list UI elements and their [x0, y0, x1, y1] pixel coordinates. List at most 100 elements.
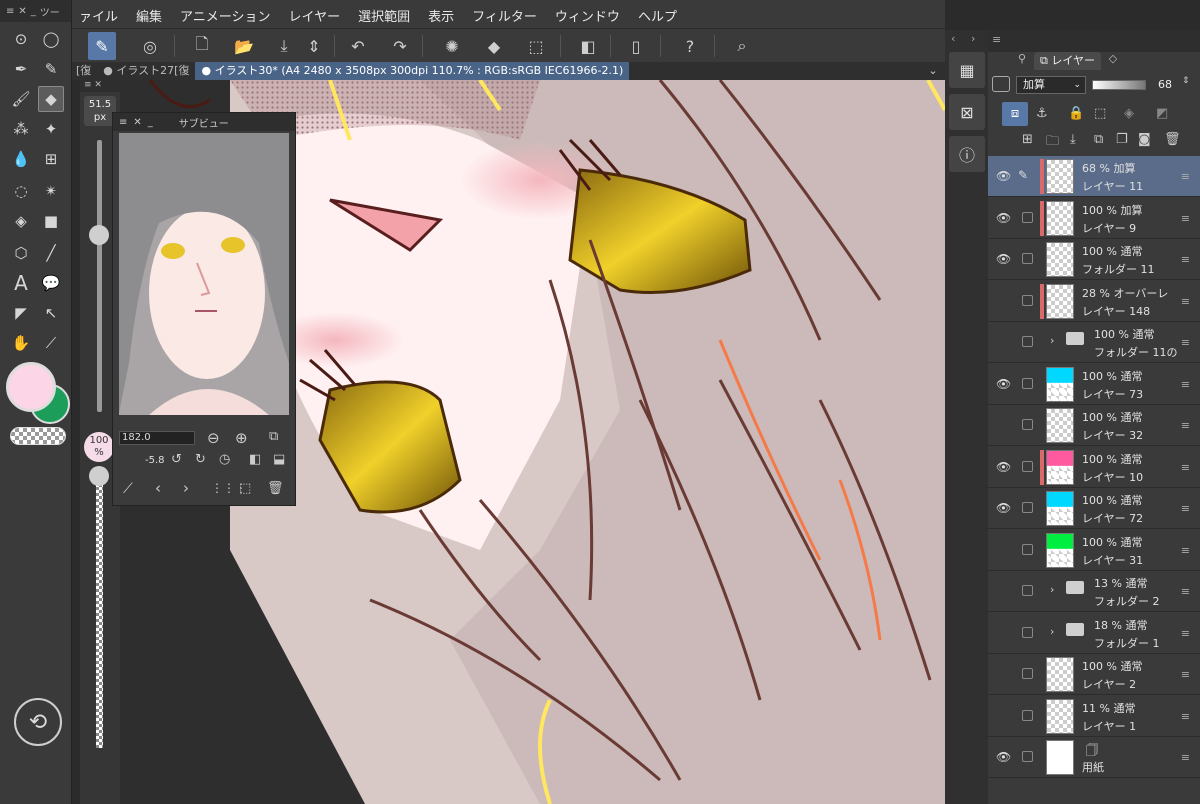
layer-menu-icon[interactable]: ≡: [1181, 544, 1190, 557]
visibility-eye-icon[interactable]: 👁: [996, 377, 1011, 391]
rotate-left-icon[interactable]: ↺: [171, 452, 182, 467]
layer-mask-icon[interactable]: ◙: [1138, 132, 1151, 147]
toggle-edit-icon[interactable]: ✎: [88, 32, 116, 60]
fill-icon[interactable]: ◆: [480, 32, 508, 60]
folder-expand-chevron-icon[interactable]: ›: [1050, 334, 1054, 347]
lock-icon[interactable]: 🔒: [1068, 106, 1084, 121]
fill-tool-icon[interactable]: ◈: [8, 208, 34, 234]
3d-operation-tool-icon[interactable]: ⬡: [8, 240, 34, 266]
layer-row[interactable]: 👁 100 % 通常 フォルダー 11 ≡: [988, 239, 1200, 280]
layer-select-checkbox[interactable]: [1022, 336, 1033, 347]
frame-border-tool-icon[interactable]: ◤: [8, 300, 34, 326]
layer-select-checkbox[interactable]: [1022, 543, 1033, 555]
layer-color-icon[interactable]: [992, 76, 1010, 92]
clip-to-layer-icon[interactable]: ⧈: [1002, 102, 1028, 126]
eraser-tool-icon[interactable]: ◆: [38, 86, 64, 112]
gradient-tool-icon[interactable]: ■: [38, 208, 64, 234]
transparent-color-swatch[interactable]: [10, 427, 66, 445]
smartphone-icon[interactable]: ▯: [622, 32, 650, 60]
next-image-icon[interactable]: ›: [183, 479, 189, 497]
collapse-left-icon[interactable]: ‹: [951, 32, 955, 45]
save-icon[interactable]: ⤓: [270, 32, 298, 60]
layer-select-checkbox[interactable]: [1022, 626, 1033, 638]
help-icon[interactable]: ?: [676, 32, 704, 60]
close-icon[interactable]: ✕: [18, 6, 26, 17]
save-menu-chevron-icon[interactable]: ⇕: [300, 32, 328, 60]
layer-row[interactable]: 100 % 通常 レイヤー 2 ≡: [988, 654, 1200, 695]
new-canvas-icon[interactable]: 🗋: [188, 32, 216, 60]
visibility-eye-icon[interactable]: 👁: [996, 460, 1011, 474]
layer-select-checkbox[interactable]: [1022, 294, 1033, 306]
lock-transparency-icon[interactable]: ⬚: [1094, 106, 1106, 121]
grid-tool-icon[interactable]: ⊞: [38, 146, 64, 172]
layer-select-checkbox[interactable]: [1022, 709, 1033, 721]
visibility-eye-icon[interactable]: 👁: [996, 211, 1011, 225]
layer-select-checkbox[interactable]: [1022, 502, 1033, 513]
tab-2[interactable]: ● イラスト30* (A4 2480 x 3508px 300dpi 110.7…: [195, 62, 630, 80]
opacity-stepper-icon[interactable]: ⇕: [1182, 76, 1190, 86]
balloon-tool-icon[interactable]: 💬: [38, 270, 64, 296]
menu-item-5[interactable]: 表示: [419, 6, 463, 25]
text-tool-icon[interactable]: A: [8, 270, 34, 296]
eyedropper-tool-icon[interactable]: ⟋: [38, 330, 64, 356]
navigator-icon[interactable]: ▦: [949, 52, 985, 88]
visibility-eye-icon[interactable]: 👁: [996, 252, 1011, 266]
airbrush-tool-icon[interactable]: ⁂: [8, 116, 34, 142]
download-tool-icon[interactable]: ⊙: [8, 26, 34, 52]
folder-expand-chevron-icon[interactable]: ›: [1050, 583, 1054, 596]
layer-row[interactable]: › 18 % 通常 フォルダー 1 ≡: [988, 613, 1200, 654]
layer-select-checkbox[interactable]: [1022, 211, 1033, 223]
delete-image-icon[interactable]: 🗑: [267, 481, 284, 496]
color-swap-icon[interactable]: ⟲: [14, 698, 62, 746]
magic-wand-tool-icon[interactable]: ✴: [38, 178, 64, 204]
layer-row[interactable]: 28 % オーバーレ レイヤー 148 ≡: [988, 281, 1200, 322]
eyedropper-icon[interactable]: ⟋: [123, 481, 133, 497]
previous-image-icon[interactable]: ‹: [155, 479, 161, 497]
layer-select-checkbox[interactable]: [1022, 585, 1033, 596]
layer-menu-icon[interactable]: ≡: [1181, 378, 1190, 391]
layer-menu-icon[interactable]: ≡: [1181, 710, 1190, 723]
new-folder-icon[interactable]: 🗀: [1046, 132, 1059, 154]
menu-item-8[interactable]: ヘルプ: [629, 6, 686, 25]
reset-rotation-icon[interactable]: ◷: [219, 452, 230, 467]
palette-grip-icon[interactable]: ≡: [992, 33, 1001, 46]
layer-menu-icon[interactable]: ≡: [1181, 212, 1190, 225]
object-tool-icon[interactable]: ↖: [38, 300, 64, 326]
menu-item-1[interactable]: 編集: [127, 6, 171, 25]
layer-row[interactable]: 👁 🗍 用紙 ≡: [988, 737, 1200, 778]
layer-row[interactable]: 👁 100 % 通常 レイヤー 10 ≡: [988, 447, 1200, 488]
minimize-icon[interactable]: _: [31, 6, 36, 17]
layer-menu-icon[interactable]: ≡: [1181, 336, 1190, 349]
palette-grip-icon[interactable]: ≡: [119, 117, 127, 128]
opacity-slider-track[interactable]: [96, 472, 103, 748]
layer-menu-icon[interactable]: ≡: [1181, 668, 1190, 681]
import-image-icon[interactable]: ⬚: [239, 481, 251, 496]
hand-tool-icon[interactable]: ✋: [8, 330, 34, 356]
layer-select-checkbox[interactable]: [1022, 751, 1033, 762]
layer-menu-icon[interactable]: ≡: [1181, 627, 1190, 640]
minimize-icon[interactable]: _: [148, 117, 153, 128]
tab-0[interactable]: [復: [70, 62, 97, 80]
transform-icon[interactable]: ⬚: [522, 32, 550, 60]
undo-icon[interactable]: ↶: [344, 32, 372, 60]
main-color-swatch[interactable]: [6, 362, 56, 412]
folder-expand-chevron-icon[interactable]: ›: [1050, 625, 1054, 638]
line-tool-icon[interactable]: ╱: [38, 240, 64, 266]
layer-menu-icon[interactable]: ≡: [1181, 295, 1190, 308]
info-icon[interactable]: ⓘ: [949, 136, 985, 172]
layer-row[interactable]: › 100 % 通常 フォルダー 11の ≡: [988, 322, 1200, 363]
visibility-eye-icon[interactable]: 👁: [996, 169, 1011, 183]
brush-size-slider-knob[interactable]: [89, 225, 109, 246]
menu-item-3[interactable]: レイヤー: [280, 6, 350, 25]
layer-menu-icon[interactable]: ≡: [1181, 253, 1190, 266]
flip-vertical-icon[interactable]: ⬓: [273, 452, 285, 467]
layer-menu-icon[interactable]: ≡: [1181, 585, 1190, 598]
blend-mode-select[interactable]: 加算 ⌄: [1016, 76, 1086, 94]
menu-item-6[interactable]: フィルター: [463, 6, 546, 25]
zoom-field[interactable]: 182.0: [119, 431, 195, 445]
brush-tool-icon[interactable]: 🖌: [8, 86, 34, 112]
menu-item-7[interactable]: ウィンドウ: [546, 6, 629, 25]
redo-icon[interactable]: ↷: [386, 32, 414, 60]
brush-size-slider-track[interactable]: [97, 140, 102, 412]
ruler-show-icon[interactable]: ◩: [1156, 106, 1168, 121]
